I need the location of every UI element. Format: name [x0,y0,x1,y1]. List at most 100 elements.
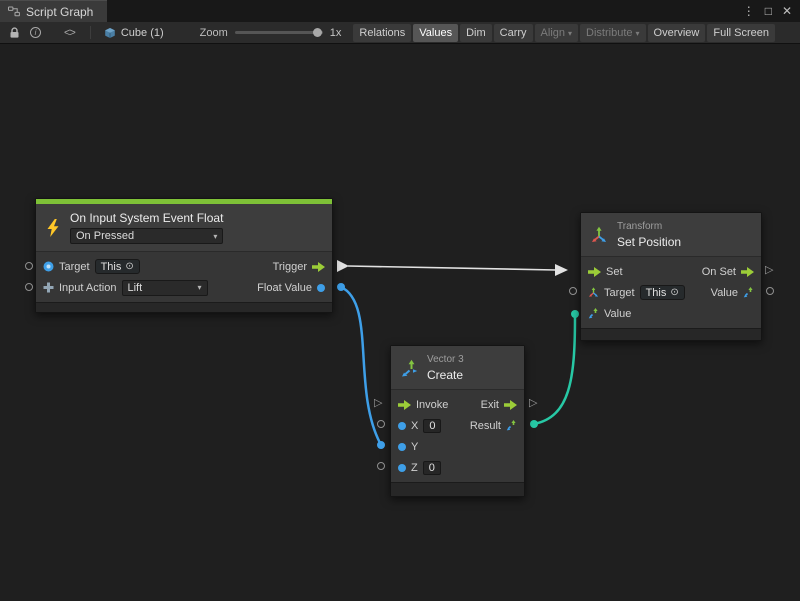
graph-target-button[interactable]: Cube (1) [104,27,164,39]
transform-ports: Set On Set [581,257,761,328]
set-label: Set [606,266,623,278]
z-label: Z [411,462,418,474]
transform-node-subtitle: Transform [617,221,681,232]
float-value-label: Float Value [257,282,312,294]
object-picker-icon[interactable]: ⊙ [125,261,133,272]
transform-node-header[interactable]: Transform Set Position [581,213,761,257]
port-row-z: Z 0 [391,457,524,478]
value-in-label: Value [604,308,631,320]
vector3-ports: Invoke Exit X 0 [391,390,524,482]
event-node-header[interactable]: On Input System Event Float On Pressed ▾ [36,204,332,252]
port-row-inputaction-floatvalue: Input Action Lift ▾ Float Value [36,277,332,298]
overview-button[interactable]: Overview [648,24,706,42]
y-port-dot-icon[interactable] [398,443,406,451]
vector3-node-footer [391,482,524,496]
vector3-node-title: Create [427,368,464,382]
wire-floatvalue-to-y [341,287,380,443]
zoom-slider[interactable] [235,31,323,34]
menu-icon[interactable]: ⋮ [743,5,755,17]
maximize-icon[interactable]: □ [765,5,772,17]
input-action-dropdown[interactable]: Lift ▾ [122,280,208,296]
flow-arrow-icon[interactable] [504,400,517,410]
transform-value-output-port[interactable] [766,287,774,295]
port-row-invoke-exit: Invoke Exit [391,394,524,415]
vector-port-icon[interactable] [506,420,517,431]
distribute-button[interactable]: Distribute ▾ [580,24,645,42]
port-row-set-onset: Set On Set [581,261,761,282]
distribute-button-label: Distribute [586,27,632,39]
window-controls: ⋮ □ ✕ [743,0,800,22]
flow-arrow-icon[interactable] [398,400,411,410]
float-value-dot-icon[interactable] [317,284,325,292]
vector-port-icon[interactable] [743,287,754,298]
event-target-label: Target [59,261,90,273]
tab-title: Script Graph [26,5,93,19]
align-button-label: Align [541,27,565,39]
x-value-field[interactable]: 0 [423,419,441,433]
toolbar-buttons: Relations Values Dim Carry Align ▾ Distr… [353,24,775,42]
align-button[interactable]: Align ▾ [535,24,578,42]
graph-canvas[interactable]: On Input System Event Float On Pressed ▾… [0,44,800,601]
input-action-value: Lift [128,282,143,294]
cube-icon [104,27,116,39]
transform-target-input-port[interactable] [569,287,577,295]
z-port-dot-icon[interactable] [398,464,406,472]
on-set-label: On Set [702,266,736,278]
relations-button[interactable]: Relations [353,24,411,42]
event-inputaction-input-port[interactable] [25,283,33,291]
transform-onset-output-port[interactable]: ▷ [765,265,773,276]
vector3-exit-output-port[interactable]: ▷ [529,398,537,409]
object-picker-icon[interactable]: ⊙ [670,287,678,298]
vector3-y-input-port[interactable] [377,441,385,449]
info-icon[interactable]: i [30,27,41,38]
zoom-value: 1x [330,27,342,39]
event-mode-dropdown[interactable]: On Pressed ▾ [70,228,223,244]
node-on-input-system-event-float[interactable]: On Input System Event Float On Pressed ▾… [35,198,333,313]
flow-arrow-icon[interactable] [312,262,325,272]
script-graph-window: Script Graph ⋮ □ ✕ i <> Cube (1) Zoom 1x… [0,0,800,601]
vector3-node-subtitle: Vector 3 [427,354,464,365]
event-target-object-field[interactable]: This ⊙ [95,259,140,274]
graph-toolbar: i <> Cube (1) Zoom 1x Relations Values D… [0,22,800,44]
tab-script-graph[interactable]: Script Graph [0,0,107,22]
chevron-down-icon: ▾ [568,29,572,38]
node-transform-set-position[interactable]: Transform Set Position Set On Set [580,212,762,341]
wire-result-to-value [534,317,575,424]
invoke-label: Invoke [416,399,448,411]
port-row-target-value: Target This ⊙ Value [581,282,761,303]
event-mode-value: On Pressed [76,230,134,242]
port-row-value-in: Value [581,303,761,324]
zoom-slider-knob[interactable] [313,28,322,37]
close-icon[interactable]: ✕ [782,5,792,17]
vector3-node-header[interactable]: Vector 3 Create [391,346,524,390]
flow-arrow-icon[interactable] [588,267,601,277]
trigger-label: Trigger [273,261,307,273]
trigger-port-arrow [337,260,349,272]
graph-target-label: Cube (1) [121,27,164,39]
vector3-x-input-port[interactable] [377,420,385,428]
y-label: Y [411,441,418,453]
graph-icon [8,6,20,17]
wire-trigger-to-set [348,266,556,270]
toolbar-separator [90,26,91,39]
full-screen-button[interactable]: Full Screen [707,24,775,42]
port-row-y: Y [391,436,524,457]
lock-icon[interactable] [9,27,20,39]
dim-button[interactable]: Dim [460,24,492,42]
x-port-dot-icon[interactable] [398,422,406,430]
vector3-z-input-port[interactable] [377,462,385,470]
node-vector3-create[interactable]: Vector 3 Create Invoke Exit [390,345,525,497]
transform-port-icon [588,287,599,298]
flow-arrow-icon[interactable] [741,267,754,277]
transform-target-label: Target [604,287,635,299]
carry-button[interactable]: Carry [494,24,533,42]
transform-target-object-field[interactable]: This ⊙ [640,285,685,300]
z-value-field[interactable]: 0 [423,461,441,475]
values-button[interactable]: Values [413,24,458,42]
vector-port-icon[interactable] [588,308,599,319]
event-target-input-port[interactable] [25,262,33,270]
vector3-invoke-input-port[interactable]: ▷ [374,398,382,409]
code-icon[interactable]: <> [64,27,75,39]
event-target-value: This [101,261,122,273]
transform-node-title: Set Position [617,235,681,249]
